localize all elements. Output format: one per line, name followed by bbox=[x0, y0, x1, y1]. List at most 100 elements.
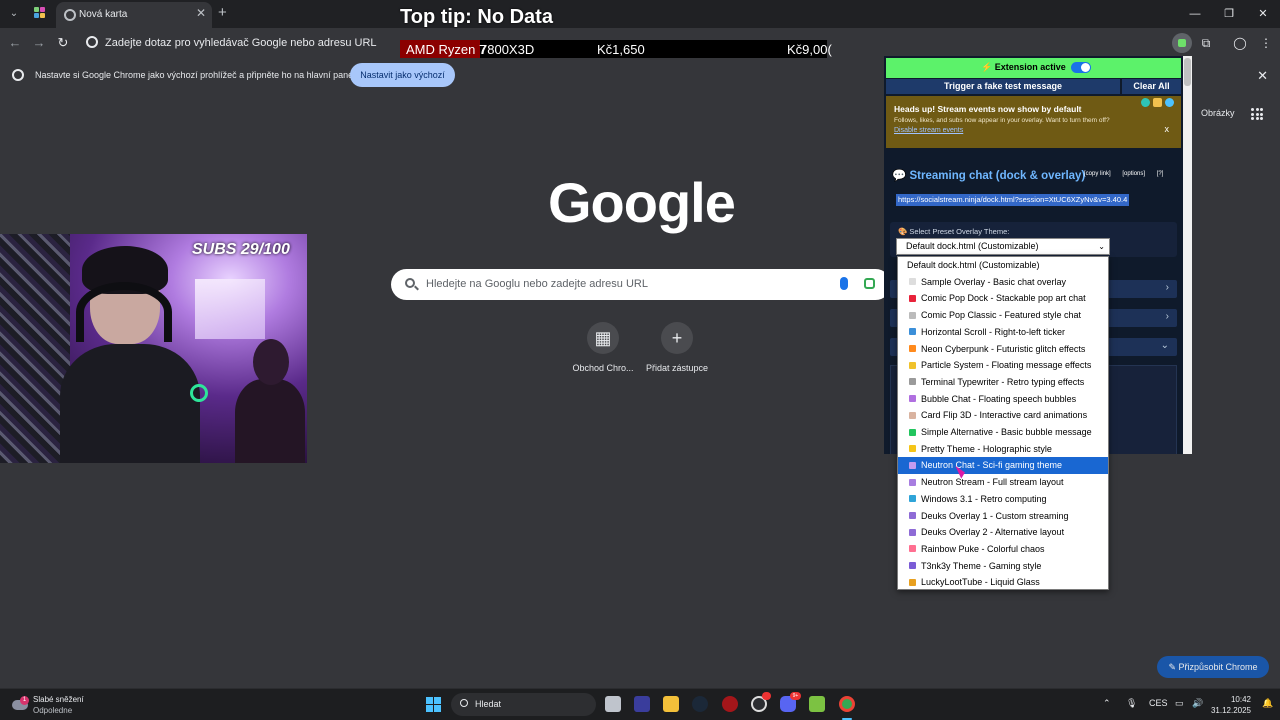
chevron-up-icon[interactable]: ⌃ bbox=[1103, 698, 1111, 709]
close-tab-icon[interactable]: ✕ bbox=[196, 6, 206, 20]
disable-stream-events-link[interactable]: Disable stream events bbox=[894, 127, 963, 134]
ticker-product-rest: 7800X3D bbox=[480, 42, 535, 57]
steam-icon[interactable] bbox=[692, 696, 708, 712]
theme-option[interactable]: Deuks Overlay 2 - Alternative layout bbox=[898, 524, 1108, 541]
shortcut-add[interactable]: + Přidat zástupce bbox=[639, 322, 715, 373]
maximize-icon[interactable]: ❐ bbox=[1212, 0, 1246, 28]
android-app-icon[interactable] bbox=[809, 696, 825, 712]
popup-scrollbar[interactable] bbox=[1183, 56, 1192, 454]
weather-icon[interactable]: 1 bbox=[12, 696, 30, 712]
extensions-puzzle-icon[interactable]: ⧉ bbox=[1196, 33, 1216, 53]
tab-search-button[interactable]: ⌄ bbox=[4, 5, 24, 23]
dot-icon[interactable] bbox=[1165, 98, 1174, 107]
theme-option-label: Horizontal Scroll - Right-to-left ticker bbox=[921, 326, 1066, 337]
theme-option-label: Card Flip 3D - Interactive card animatio… bbox=[921, 410, 1088, 421]
clock[interactable]: 10:42 31.12.2025 bbox=[1207, 694, 1251, 716]
theme-icon bbox=[909, 545, 916, 553]
customize-chrome-button[interactable]: ✎ Přizpůsobit Chrome bbox=[1157, 656, 1269, 678]
microsoft-store-icon[interactable] bbox=[634, 696, 650, 712]
weather-badge: 1 bbox=[20, 696, 29, 705]
theme-option[interactable]: Pretty Theme - Holographic style bbox=[898, 441, 1108, 458]
scrollbar-thumb[interactable] bbox=[1184, 58, 1191, 86]
chevron-right-icon: › bbox=[1165, 311, 1169, 322]
theme-option[interactable]: Windows 3.1 - Retro computing bbox=[898, 491, 1108, 508]
theme-option[interactable]: Neutron Chat - Sci-fi gaming theme bbox=[898, 457, 1108, 475]
theme-option[interactable]: Sample Overlay - Basic chat overlay bbox=[898, 274, 1108, 291]
copy-link[interactable]: [copy link] bbox=[1084, 171, 1111, 177]
close-window-icon[interactable]: ✕ bbox=[1246, 0, 1280, 28]
options-link[interactable]: [options] bbox=[1122, 171, 1145, 177]
chevron-down-icon: ⌄ bbox=[1098, 242, 1105, 251]
new-tab-button[interactable]: + bbox=[218, 5, 227, 21]
microphone-icon[interactable] bbox=[840, 277, 848, 290]
theme-icon bbox=[909, 478, 916, 486]
taskbar-search[interactable]: Hledat bbox=[451, 693, 596, 716]
images-link[interactable]: Obrázky bbox=[1201, 108, 1235, 118]
microphone-icon[interactable]: 🎙 bbox=[1126, 698, 1137, 709]
theme-icon bbox=[909, 528, 916, 536]
set-default-button[interactable]: Nastavit jako výchozí bbox=[350, 63, 455, 87]
language-indicator[interactable]: CES bbox=[1149, 698, 1168, 708]
google-lens-icon[interactable] bbox=[864, 278, 875, 289]
network-icon[interactable]: ▭ bbox=[1175, 698, 1184, 709]
theme-option[interactable]: Simple Alternative - Basic bubble messag… bbox=[898, 424, 1108, 441]
extension-icon[interactable] bbox=[1172, 33, 1192, 53]
back-icon[interactable]: ← bbox=[6, 34, 24, 52]
google-g-icon bbox=[86, 36, 98, 48]
theme-option[interactable]: Comic Pop Dock - Stackable pop art chat bbox=[898, 290, 1108, 307]
help-link[interactable]: [?] bbox=[1157, 171, 1164, 177]
tab-new-tab[interactable]: Nová karta ✕ bbox=[56, 2, 212, 28]
globe-icon[interactable] bbox=[1141, 98, 1150, 107]
apps-grid-icon[interactable] bbox=[1251, 108, 1263, 120]
ticker-price: Kč1,650 bbox=[597, 42, 645, 57]
file-explorer-icon[interactable] bbox=[663, 696, 679, 712]
theme-option[interactable]: Default dock.html (Customizable) bbox=[898, 257, 1108, 274]
theme-icon bbox=[909, 395, 916, 403]
notifications-bell-icon[interactable]: 🔔 bbox=[1262, 698, 1273, 709]
session-url[interactable]: https://socialstream.ninja/dock.html?ses… bbox=[896, 194, 1130, 206]
theme-option[interactable]: Particle System - Floating message effec… bbox=[898, 357, 1108, 374]
theme-icon bbox=[909, 378, 916, 386]
theme-option-label: Neutron Chat - Sci-fi gaming theme bbox=[921, 460, 1063, 471]
weather-time-of-day[interactable]: Odpoledne bbox=[33, 706, 72, 715]
theme-option[interactable]: Comic Pop Classic - Featured style chat bbox=[898, 307, 1108, 324]
address-bar[interactable]: Zadejte dotaz pro vyhledávač Google nebo… bbox=[78, 30, 388, 56]
app-red-icon[interactable] bbox=[722, 696, 738, 712]
chrome-icon[interactable] bbox=[839, 696, 855, 712]
theme-icon bbox=[909, 278, 916, 286]
taskbar-search-label: Hledat bbox=[475, 699, 502, 709]
shortcut-chrome-store[interactable]: ▦ Obchod Chro... bbox=[565, 322, 641, 373]
forward-icon[interactable]: → bbox=[30, 34, 48, 52]
minimize-icon[interactable]: — bbox=[1178, 0, 1212, 28]
store-icon: ▦ bbox=[587, 322, 619, 354]
theme-option[interactable]: Terminal Typewriter - Retro typing effec… bbox=[898, 374, 1108, 391]
theme-option[interactable]: Deuks Overlay 1 - Custom streaming bbox=[898, 508, 1108, 525]
start-button[interactable] bbox=[426, 697, 441, 712]
volume-icon[interactable]: 🔊 bbox=[1192, 698, 1203, 709]
chrome-icon bbox=[12, 69, 24, 81]
preset-theme-select[interactable]: Default dock.html (Customizable) ⌄ bbox=[896, 238, 1110, 255]
task-view-icon[interactable] bbox=[605, 696, 621, 712]
notice-body: Follows, likes, and subs now appear in y… bbox=[894, 117, 1110, 124]
theme-option[interactable]: Card Flip 3D - Interactive card animatio… bbox=[898, 407, 1108, 424]
close-infobar-icon[interactable]: ✕ bbox=[1257, 68, 1268, 84]
theme-option[interactable]: Neutron Stream - Full stream layout bbox=[898, 474, 1108, 491]
trigger-test-message-button[interactable]: Trigger a fake test message bbox=[886, 79, 1120, 94]
ntp-search-box[interactable]: Hledejte na Googlu nebo zadejte adresu U… bbox=[391, 269, 891, 300]
reload-icon[interactable]: ↻ bbox=[54, 34, 72, 52]
extension-active-toggle[interactable] bbox=[1071, 62, 1091, 73]
clear-all-button[interactable]: Clear All bbox=[1122, 79, 1181, 94]
theme-option[interactable]: T3nk3y Theme - Gaming style bbox=[898, 558, 1108, 575]
menu-icon[interactable]: ⋮ bbox=[1256, 33, 1276, 53]
profile-icon[interactable]: ◯ bbox=[1230, 33, 1250, 53]
extension-tab-icon[interactable] bbox=[34, 7, 46, 19]
close-notice-icon[interactable]: x bbox=[1165, 124, 1170, 134]
theme-option[interactable]: Rainbow Puke - Colorful chaos bbox=[898, 541, 1108, 558]
theme-option[interactable]: Bubble Chat - Floating speech bubbles bbox=[898, 391, 1108, 408]
headphones-icon bbox=[76, 282, 172, 342]
theme-option[interactable]: LuckyLootTube - Liquid Glass bbox=[898, 574, 1108, 591]
badge-icon[interactable] bbox=[1153, 98, 1162, 107]
theme-option[interactable]: Neon Cyberpunk - Futuristic glitch effec… bbox=[898, 341, 1108, 358]
theme-option[interactable]: Horizontal Scroll - Right-to-left ticker bbox=[898, 324, 1108, 341]
weather-condition[interactable]: Slabé sněžení bbox=[33, 695, 84, 704]
